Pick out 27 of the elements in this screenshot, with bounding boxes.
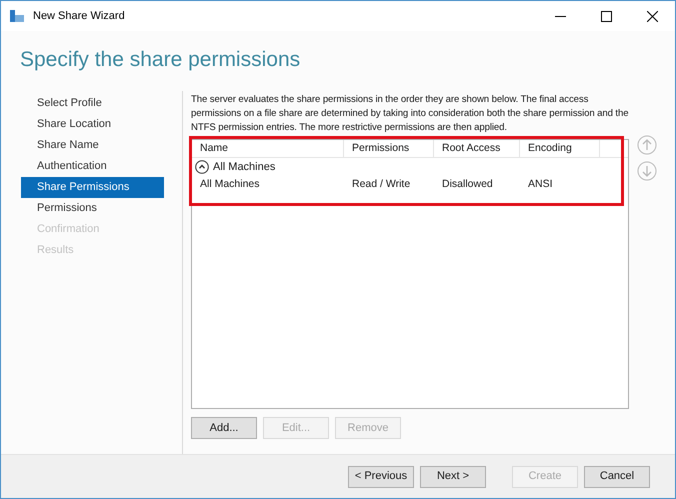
- dialog-button[interactable]: Cancel: [584, 466, 650, 488]
- dialog-button[interactable]: Add...: [191, 417, 257, 439]
- table-cell-text: All Machines: [200, 177, 260, 192]
- table-cell-text: ANSI: [528, 177, 553, 192]
- column-header[interactable]: Name: [192, 140, 344, 157]
- collapse-icon[interactable]: [195, 160, 209, 174]
- maximize-icon: [600, 10, 612, 22]
- wizard-step[interactable]: Share Location: [21, 114, 164, 135]
- wizard-step[interactable]: Select Profile: [21, 93, 164, 114]
- wizard-step[interactable]: Share Permissions: [21, 177, 164, 198]
- wizard-step[interactable]: Share Name: [21, 135, 164, 156]
- group-label: All Machines: [213, 160, 276, 175]
- wizard-icon: [9, 9, 25, 23]
- table-cell-text: Read / Write: [352, 177, 410, 192]
- close-icon: [646, 10, 658, 22]
- page-title: Specify the share permissions: [20, 47, 300, 74]
- wizard-step[interactable]: Authentication: [21, 156, 164, 177]
- table-row[interactable]: All Machines Read / Write Disallowed ANSI: [192, 176, 628, 194]
- column-header[interactable]: Encoding: [520, 140, 600, 157]
- description-text: The server evaluates the share permissions in the order they are shown below. The final access permissions on a file share are determined by taking into consideration both the share permission and the NTFS permission entries. The more restrictive permissions are then applied.: [191, 93, 630, 135]
- table-cell-text: Disallowed: [442, 177, 493, 192]
- dialog-button[interactable]: < Previous: [348, 466, 414, 488]
- dialog-button[interactable]: Next >: [420, 466, 486, 488]
- window-title: New Share Wizard: [33, 8, 125, 24]
- column-header[interactable]: Permissions: [344, 140, 434, 157]
- column-header[interactable]: Root Access: [434, 140, 520, 157]
- wizard-step[interactable]: Permissions: [21, 198, 164, 219]
